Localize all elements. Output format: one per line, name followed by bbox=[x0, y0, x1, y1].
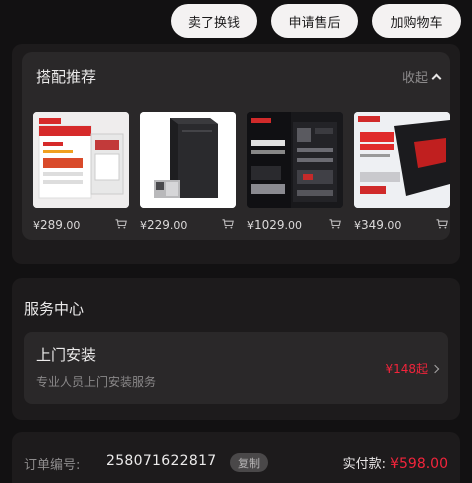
product-price: ¥289.00 bbox=[33, 218, 81, 232]
service-center-title: 服务中心 bbox=[24, 300, 85, 318]
product-image-motherboard bbox=[247, 112, 343, 208]
service-center-card: 服务中心 上门安装 专业人员上门安装服务 ¥148起 bbox=[12, 278, 460, 420]
paid-amount: 实付款: ¥598.00 bbox=[343, 453, 448, 472]
service-price: ¥148起 bbox=[385, 360, 440, 377]
top-action-bar: 卖了换钱 申请售后 加购物车 bbox=[171, 4, 461, 38]
recommend-card: 搭配推荐 收起 ¥289.00 ¥229.00 ¥1029.00 ¥349.00 bbox=[12, 44, 460, 264]
cart-icon[interactable] bbox=[115, 219, 127, 229]
service-name: 上门安装 bbox=[36, 346, 97, 364]
install-service-item[interactable]: 上门安装 专业人员上门安装服务 ¥148起 bbox=[24, 332, 448, 404]
paid-value: ¥598.00 bbox=[390, 456, 448, 472]
after-sale-button[interactable]: 申请售后 bbox=[271, 4, 358, 38]
product-item[interactable]: ¥1029.00 bbox=[247, 112, 343, 232]
product-price: ¥1029.00 bbox=[247, 218, 303, 232]
chevron-right-icon bbox=[430, 364, 440, 373]
product-item[interactable]: ¥229.00 bbox=[140, 112, 236, 232]
product-item[interactable]: ¥349.00 bbox=[354, 112, 450, 232]
collapse-label: 收起 bbox=[401, 71, 428, 86]
recommend-panel: 搭配推荐 收起 ¥289.00 ¥229.00 ¥1029.00 ¥349.00 bbox=[22, 52, 450, 240]
cart-icon[interactable] bbox=[436, 219, 448, 229]
product-price: ¥349.00 bbox=[354, 218, 402, 232]
order-info-card: 订单编号: 258071622817 复制 实付款: ¥598.00 bbox=[12, 432, 460, 483]
chevron-up-icon bbox=[431, 73, 442, 84]
product-price: ¥229.00 bbox=[140, 218, 188, 232]
order-number-value: 258071622817 bbox=[106, 453, 217, 469]
cart-icon[interactable] bbox=[329, 219, 341, 229]
recommend-title: 搭配推荐 bbox=[36, 68, 97, 86]
cart-icon[interactable] bbox=[222, 219, 234, 229]
product-image-pc-case bbox=[140, 112, 236, 208]
product-image-ssd bbox=[354, 112, 450, 208]
service-description: 专业人员上门安装服务 bbox=[36, 375, 157, 389]
product-list: ¥289.00 ¥229.00 ¥1029.00 ¥349.00 bbox=[33, 112, 450, 232]
paid-label: 实付款: bbox=[342, 457, 391, 472]
add-to-cart-button[interactable]: 加购物车 bbox=[372, 4, 461, 38]
collapse-button[interactable]: 收起 bbox=[401, 67, 442, 86]
product-item[interactable]: ¥289.00 bbox=[33, 112, 129, 232]
order-number-label: 订单编号: bbox=[24, 458, 81, 473]
sell-button[interactable]: 卖了换钱 bbox=[171, 4, 257, 38]
copy-button[interactable]: 复制 bbox=[230, 453, 268, 472]
product-image-power-supply-box bbox=[33, 112, 129, 208]
